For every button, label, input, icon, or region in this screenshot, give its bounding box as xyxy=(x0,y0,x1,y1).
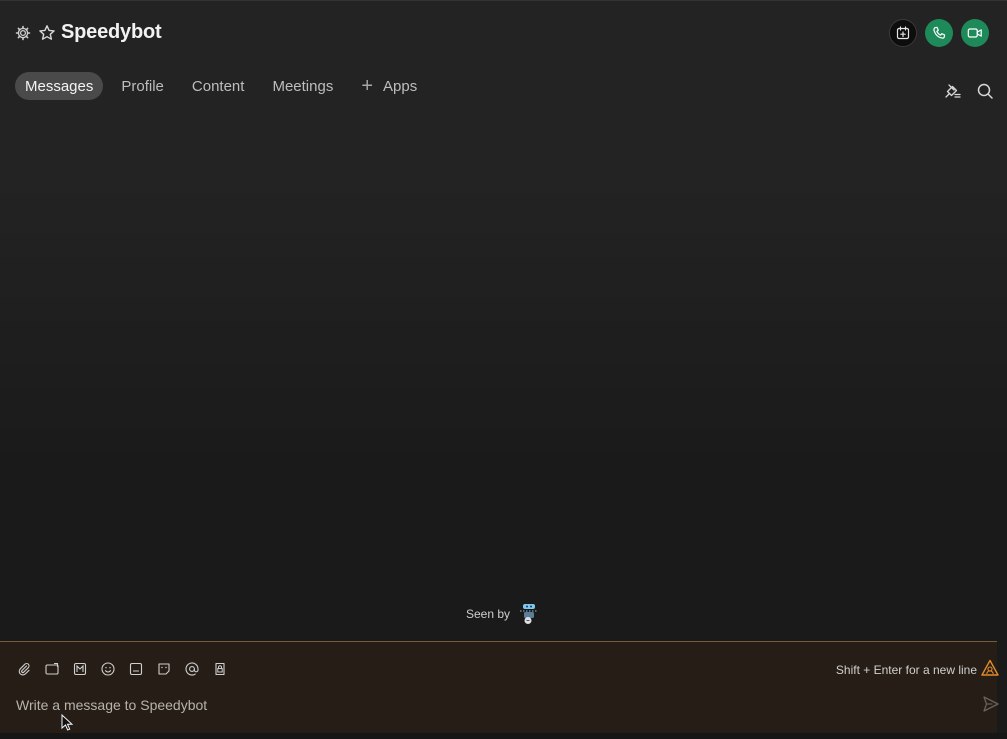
emoji-icon[interactable] xyxy=(101,662,115,676)
video-icon xyxy=(967,28,982,38)
header-tools xyxy=(944,82,1007,100)
gif-icon[interactable] xyxy=(129,662,143,676)
lock-icon[interactable] xyxy=(213,662,227,676)
schedule-meeting-button[interactable] xyxy=(889,19,917,47)
seen-by-label: Seen by xyxy=(466,607,511,621)
tab-content[interactable]: Content xyxy=(182,72,255,100)
tab-apps-label: Apps xyxy=(383,77,418,95)
sticker-icon[interactable] xyxy=(157,662,171,676)
screen-share-icon[interactable] xyxy=(45,662,59,676)
warning-icon[interactable] xyxy=(981,659,999,677)
space-title: Speedybot xyxy=(61,21,162,43)
tab-apps[interactable]: + Apps xyxy=(351,72,427,100)
window-bottom-edge xyxy=(0,733,1007,739)
composer-toolbar xyxy=(17,662,241,676)
bot-avatar[interactable] xyxy=(518,603,540,625)
search-icon[interactable] xyxy=(976,82,994,100)
app-window: Speedybot Messages Profile Content Meeti… xyxy=(0,0,1007,739)
read-receipt: Seen by xyxy=(466,603,540,625)
tab-meetings[interactable]: Meetings xyxy=(262,72,343,100)
pin-list-icon[interactable] xyxy=(944,82,962,100)
calendar-plus-icon xyxy=(896,26,910,40)
new-line-hint: Shift + Enter for a new line xyxy=(835,663,977,677)
mention-icon[interactable] xyxy=(185,662,199,676)
message-composer: Shift + Enter for a new line xyxy=(0,641,997,734)
tab-messages[interactable]: Messages xyxy=(15,72,104,100)
video-call-button[interactable] xyxy=(961,19,989,47)
gear-icon[interactable] xyxy=(15,25,31,41)
space-tabs: Messages Profile Content Meetings + Apps xyxy=(15,72,435,100)
space-header: Speedybot xyxy=(0,1,1007,65)
mouse-cursor-icon xyxy=(61,714,73,731)
phone-icon xyxy=(932,26,945,39)
markdown-icon[interactable] xyxy=(73,662,87,676)
tab-profile[interactable]: Profile xyxy=(111,72,174,100)
paperclip-icon[interactable] xyxy=(17,662,31,676)
send-icon[interactable] xyxy=(982,695,1000,713)
message-input[interactable] xyxy=(16,694,956,716)
plus-icon: + xyxy=(361,75,374,97)
star-icon[interactable] xyxy=(38,24,56,42)
audio-call-button[interactable] xyxy=(925,19,953,47)
